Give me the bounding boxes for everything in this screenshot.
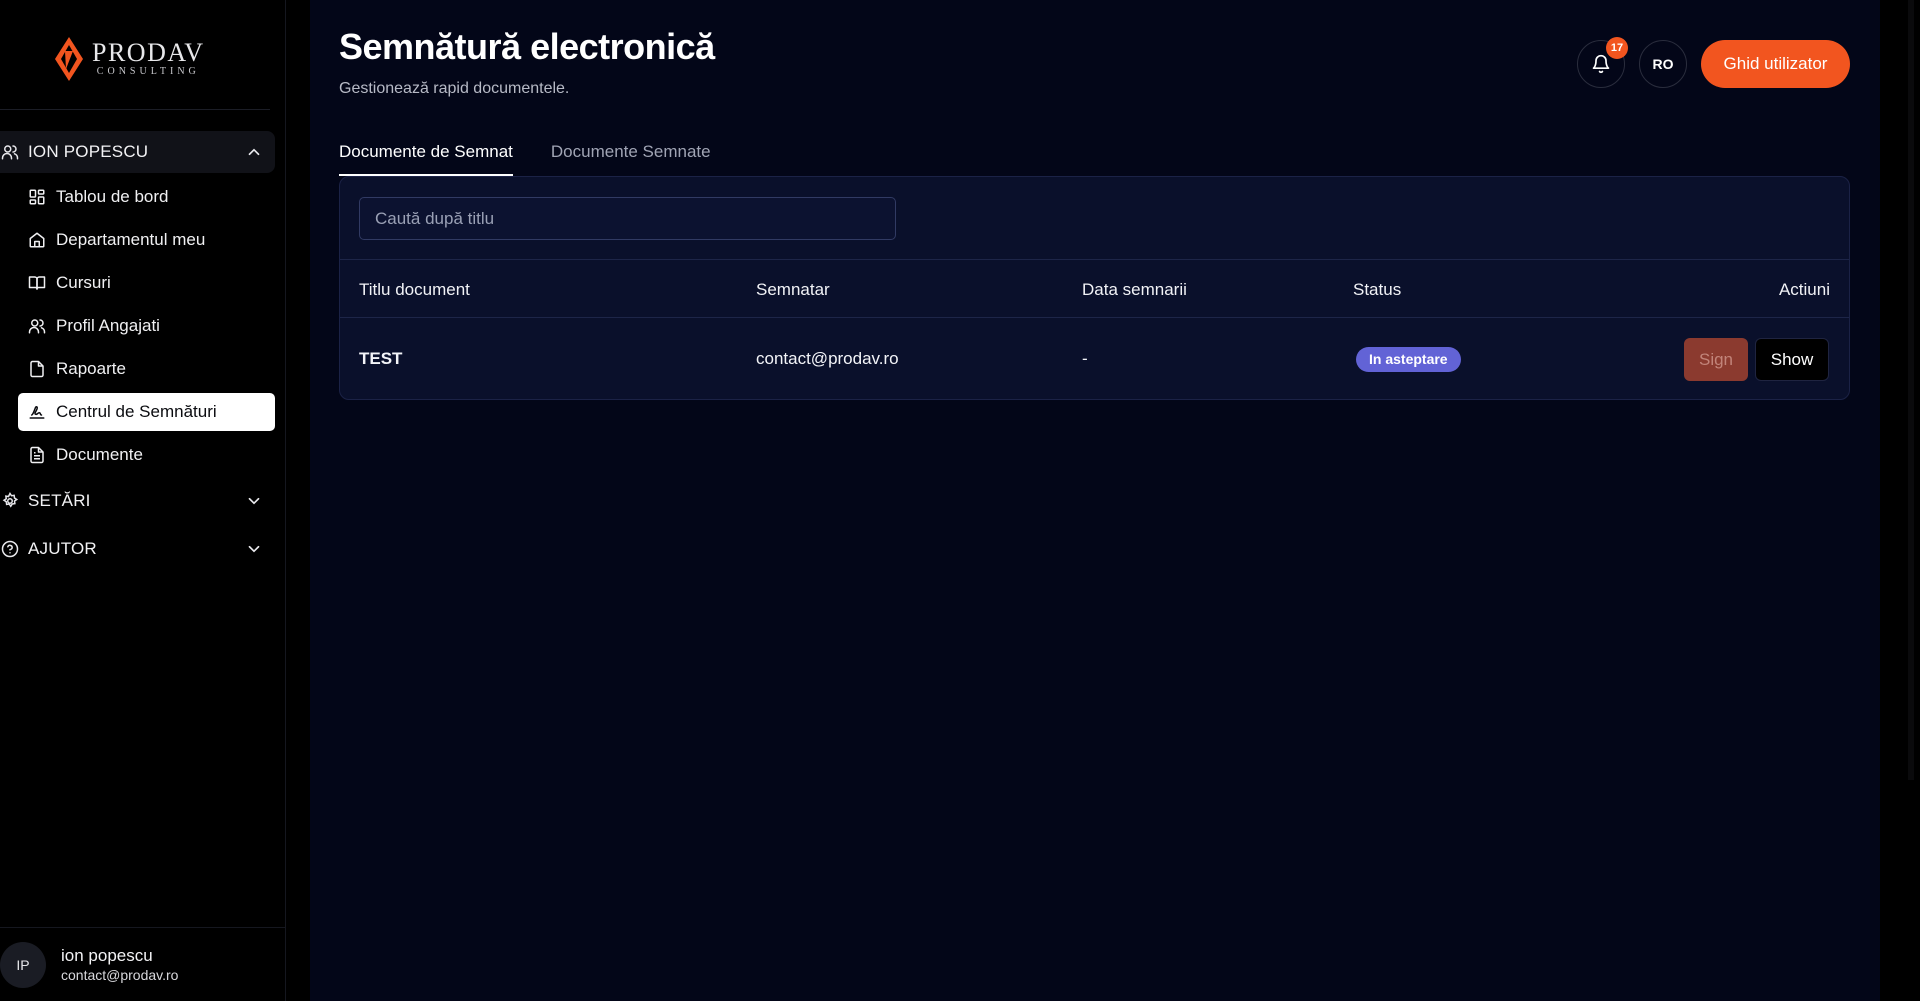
- logo-name: PRODAV: [92, 38, 205, 67]
- sidebar-item-signature-center[interactable]: Centrul de Semnături: [18, 393, 275, 431]
- sidebar-group-label: ION POPESCU: [28, 142, 149, 161]
- logo[interactable]: PRODAV CONSULTING: [52, 34, 205, 84]
- sidebar-item-label: Tablou de bord: [56, 187, 169, 206]
- avatar: IP: [0, 941, 46, 988]
- documents-table-card: Titlu document Semnatar Data semnarii St…: [339, 176, 1850, 400]
- signer-email: contact@prodav.ro: [756, 349, 899, 368]
- sidebar-group-user[interactable]: ION POPESCU: [0, 131, 275, 173]
- gear-icon: [0, 491, 20, 511]
- column-header-date[interactable]: Data semnarii: [1082, 280, 1187, 300]
- home-icon: [28, 231, 46, 249]
- language-button[interactable]: RO: [1639, 40, 1687, 88]
- tab-documents-to-sign[interactable]: Documente de Semnat: [339, 140, 513, 176]
- prodav-logo-icon: [55, 37, 83, 81]
- sidebar-item-label: Rapoarte: [56, 359, 126, 378]
- users-icon: [28, 317, 46, 335]
- sidebar-item-documents[interactable]: Documente: [18, 436, 275, 474]
- document-icon: [28, 446, 46, 464]
- signature-icon: [28, 403, 46, 421]
- tab-signed-documents[interactable]: Documente Semnate: [551, 140, 711, 176]
- sidebar-item-courses[interactable]: Cursuri: [18, 264, 275, 302]
- bell-icon: [1592, 54, 1610, 74]
- divider: [0, 109, 270, 110]
- sign-button[interactable]: Sign: [1684, 338, 1748, 381]
- file-icon: [28, 360, 46, 378]
- sidebar-item-label: Profil Angajati: [56, 316, 160, 335]
- sidebar-item-label: Cursuri: [56, 273, 111, 292]
- chevron-down-icon: [245, 492, 263, 510]
- table-header: Titlu document Semnatar Data semnarii St…: [340, 259, 1849, 318]
- column-header-title[interactable]: Titlu document: [359, 280, 470, 300]
- sidebar-group-settings[interactable]: SETĂRI: [0, 480, 275, 522]
- sidebar-item-department[interactable]: Departamentul meu: [18, 221, 275, 259]
- notifications-button[interactable]: 17: [1577, 37, 1628, 88]
- tabs: Documente de Semnat Documente Semnate: [339, 140, 749, 176]
- help-circle-icon: [0, 539, 20, 559]
- signing-date: -: [1082, 349, 1088, 368]
- status-badge: In asteptare: [1356, 347, 1461, 372]
- user-profile-footer[interactable]: IP ion popescu contact@prodav.ro: [0, 927, 285, 1001]
- sidebar-item-reports[interactable]: Rapoarte: [18, 350, 275, 388]
- sidebar-item-employee-profiles[interactable]: Profil Angajati: [18, 307, 275, 345]
- sidebar-group-label: AJUTOR: [28, 539, 97, 558]
- user-name: ion popescu: [61, 945, 153, 965]
- table-row: TEST contact@prodav.ro - In asteptare Si…: [340, 318, 1849, 400]
- scrollbar-track: [1880, 0, 1920, 1001]
- sidebar-item-label: Documente: [56, 445, 143, 464]
- notification-count-badge: 17: [1606, 37, 1628, 59]
- document-title: TEST: [359, 349, 403, 368]
- user-guide-button[interactable]: Ghid utilizator: [1701, 40, 1850, 88]
- page-title: Semnătură electronică: [339, 26, 715, 67]
- user-email: contact@prodav.ro: [61, 966, 179, 983]
- scrollbar-thumb[interactable]: [1908, 0, 1914, 780]
- logo-subtitle: CONSULTING: [96, 66, 200, 77]
- main-content: Semnătură electronică Gestionează rapid …: [310, 0, 1880, 1001]
- column-header-actions: Actiuni: [1778, 280, 1830, 299]
- page-subtitle: Gestionează rapid documentele.: [339, 80, 570, 97]
- sidebar-group-label: SETĂRI: [28, 491, 91, 510]
- sidebar-item-dashboard[interactable]: Tablou de bord: [18, 178, 275, 216]
- show-button[interactable]: Show: [1755, 338, 1829, 381]
- sidebar-item-label: Centrul de Semnături: [56, 402, 217, 421]
- book-icon: [28, 274, 46, 292]
- users-icon: [0, 142, 20, 162]
- search-input[interactable]: [359, 197, 896, 240]
- dashboard-icon: [28, 188, 46, 206]
- chevron-up-icon: [245, 143, 263, 161]
- sidebar-item-label: Departamentul meu: [56, 230, 206, 249]
- sidebar: PRODAV CONSULTING ION POPESCU Tablou de …: [0, 0, 286, 1001]
- sidebar-group-help[interactable]: AJUTOR: [0, 528, 275, 570]
- column-header-signer[interactable]: Semnatar: [756, 280, 830, 300]
- chevron-down-icon: [245, 540, 263, 558]
- column-header-status[interactable]: Status: [1353, 280, 1401, 300]
